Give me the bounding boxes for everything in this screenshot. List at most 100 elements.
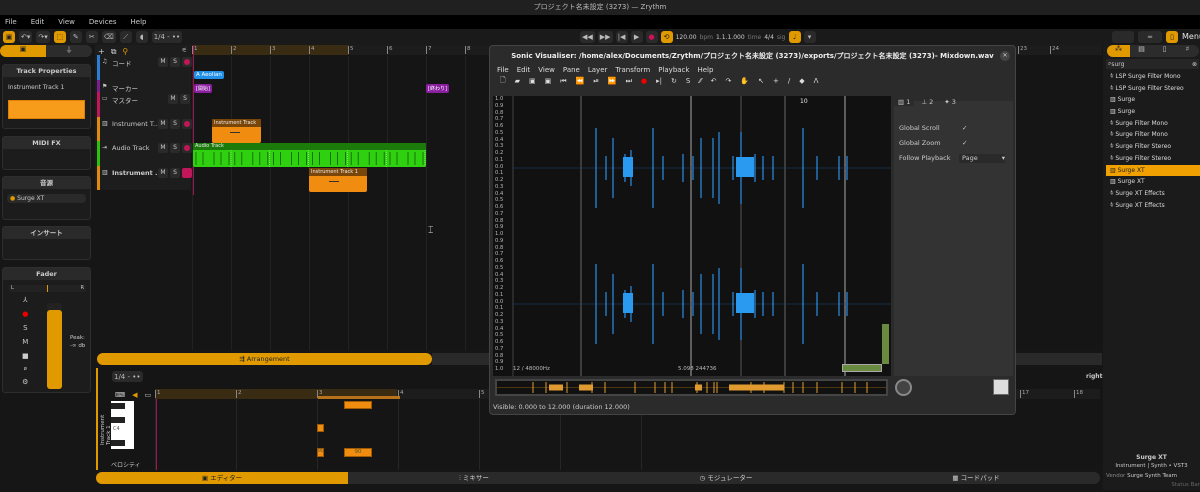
tab-chord-pad[interactable]: ▦ コードパッド — [852, 472, 1100, 484]
clear-search-icon[interactable]: ⊗ — [1192, 61, 1197, 68]
mute-button[interactable]: M — [168, 94, 178, 104]
global-scroll-checkbox[interactable]: ✓ — [962, 121, 967, 136]
save-as-icon[interactable]: ▣ — [545, 77, 552, 85]
plugin-result-item[interactable]: ⫩ Surge Filter Mono — [1106, 118, 1200, 130]
midi-region-2[interactable]: Instrument Track 1 — [309, 168, 367, 192]
mute-button[interactable]: M — [158, 57, 168, 67]
erase-tool-icon[interactable]: ⌫ — [101, 31, 116, 43]
track-row[interactable]: ⚑ マーカー — [97, 80, 190, 93]
track-row[interactable]: ♫ コード M S — [97, 55, 192, 80]
track-color-swatch[interactable] — [8, 100, 85, 119]
mute-button[interactable]: M — [158, 119, 168, 129]
sv-menu-layer[interactable]: Layer — [588, 66, 608, 74]
redo-button[interactable]: ↷▾ — [36, 31, 50, 43]
follow-playback-select[interactable]: Page ▾ — [959, 154, 1005, 163]
sv-menu-pane[interactable]: Pane — [563, 66, 580, 74]
record-arm-button[interactable] — [182, 168, 192, 178]
track-row[interactable]: ▥ Instrument T... M S — [97, 117, 192, 141]
sv-menu-edit[interactable]: Edit — [517, 66, 531, 74]
record-arm-button[interactable] — [182, 143, 192, 153]
plugin-result-item[interactable]: ⫩ Surge XT Effects — [1106, 200, 1200, 212]
marker-start[interactable]: [開始] — [194, 84, 212, 93]
record-icon[interactable]: ● — [641, 77, 647, 85]
marker-end[interactable]: [終わり] — [426, 84, 449, 93]
speaker-icon[interactable]: ◀ — [132, 391, 137, 399]
rewind-icon[interactable]: ⏪ — [576, 77, 585, 85]
track-name-field[interactable]: Instrument Track 1 — [3, 77, 90, 98]
record-icon[interactable]: ● — [645, 31, 658, 43]
sig-value[interactable]: 4/4 — [764, 34, 774, 41]
mute-button[interactable]: M — [158, 143, 168, 153]
volume-fader[interactable] — [47, 303, 62, 389]
sv-menu-playback[interactable]: Playback — [658, 66, 689, 74]
edit-icon[interactable]: + — [773, 77, 779, 85]
loop-range[interactable] — [318, 396, 400, 399]
plugin-browser-tab-icon[interactable]: ⁂ — [1107, 45, 1130, 57]
listen-icon[interactable]: ■ — [22, 352, 29, 360]
plugin-search-input[interactable]: ⌕ surg ⊗ — [1106, 59, 1199, 69]
ffwd-icon[interactable]: ⏩ — [608, 77, 617, 85]
navigate-icon[interactable]: ✋ — [740, 77, 749, 85]
ramp-tool-icon[interactable]: ⟋ — [119, 31, 132, 43]
measure-icon[interactable]: Λ — [814, 77, 819, 85]
global-zoom-checkbox[interactable]: ✓ — [962, 136, 967, 151]
editor-snap-dropdown[interactable]: 1/4 - •• — [112, 371, 143, 382]
undo-icon[interactable]: ↶ — [711, 77, 717, 85]
solo-button[interactable]: S — [180, 94, 190, 104]
sv-tab-1[interactable]: ▥ 1 — [894, 98, 915, 106]
phase-icon[interactable]: ø — [24, 366, 27, 372]
chord-region[interactable]: A Aeolian — [194, 71, 224, 79]
solo-button[interactable]: S — [170, 143, 180, 153]
metronome-dropdown[interactable]: ▾ — [803, 31, 816, 43]
play-icon[interactable]: ▶ — [630, 31, 643, 43]
audio-region[interactable]: Audio Track — [193, 143, 426, 167]
mute-button[interactable]: M — [158, 168, 168, 178]
monitor-icon[interactable]: ⅄ — [23, 296, 27, 304]
velocity-bar[interactable]: 90 — [344, 448, 372, 457]
left-panel-toggle-icon[interactable]: ▣ — [3, 31, 15, 43]
tab-modulators[interactable]: ◷ モジュレーター — [600, 472, 852, 484]
select-tool-icon[interactable]: ⬚ — [53, 31, 66, 43]
solo-icon[interactable]: S — [686, 77, 690, 85]
plugin-inspector-tab-icon[interactable]: ⏚ — [46, 45, 92, 57]
plugin-result-item[interactable]: ⫩ Surge XT Effects — [1106, 188, 1200, 200]
record-arm-button[interactable] — [182, 119, 192, 129]
sv-tab-3[interactable]: ✦ 3 — [940, 98, 960, 106]
menu-view[interactable]: View — [58, 15, 75, 29]
rewind-start-icon[interactable]: ⏮ — [560, 77, 566, 86]
position-value[interactable]: 1.1.1.000 — [716, 34, 745, 41]
track-row[interactable]: ⇥ Audio Track M S — [97, 141, 192, 166]
solo-button[interactable]: S — [170, 57, 180, 67]
plugin-result-item[interactable]: ▥ Surge XT — [1106, 164, 1200, 177]
snap-dropdown[interactable]: 1/4 - •• — [151, 31, 183, 43]
right-panel-toggle-icon[interactable]: ▯ — [1166, 31, 1178, 43]
track-inspector-tab-icon[interactable]: ▣ — [0, 45, 46, 57]
solo-button[interactable]: S — [170, 119, 180, 129]
play-selection-icon[interactable]: ▸| — [656, 77, 662, 85]
track-row[interactable]: ▥ Instrument ... M S — [97, 166, 192, 190]
pencil-tool-icon[interactable]: ✎ — [69, 31, 82, 43]
settings-gear-icon[interactable]: ⚙ — [22, 378, 28, 386]
menu-devices[interactable]: Devices — [89, 15, 117, 29]
sv-menu-help[interactable]: Help — [697, 66, 713, 74]
select-icon[interactable]: ↖ — [758, 77, 764, 85]
sv-tab-2[interactable]: ⊥ 2 — [917, 98, 937, 106]
save-icon[interactable]: ▣ — [529, 77, 536, 85]
menu-help[interactable]: Help — [131, 15, 147, 29]
monitor-tab-icon[interactable]: ▯ — [1153, 45, 1176, 57]
level-meter-icon[interactable] — [993, 379, 1009, 395]
loop-icon[interactable]: ↻ — [671, 77, 677, 85]
midi-note[interactable] — [317, 424, 324, 432]
menu-button[interactable]: Menu — [1182, 31, 1200, 43]
sv-overview[interactable] — [495, 379, 888, 396]
file-browser-tab-icon[interactable]: ▤ — [1130, 45, 1153, 57]
plugin-result-item[interactable]: ⫩ Surge Filter Stereo — [1106, 141, 1200, 153]
record-arm-button[interactable] — [182, 57, 192, 67]
bpm-value[interactable]: 120.00 — [676, 34, 697, 41]
loop-icon[interactable]: ⟲ — [660, 31, 673, 43]
midi-note[interactable] — [344, 401, 372, 409]
chord-tab-icon[interactable]: ♯ — [1176, 45, 1199, 57]
speedup-icon[interactable]: ⁄⁄ — [699, 77, 701, 85]
solo-button[interactable]: S — [23, 324, 27, 332]
sv-menu-file[interactable]: File — [497, 66, 509, 74]
